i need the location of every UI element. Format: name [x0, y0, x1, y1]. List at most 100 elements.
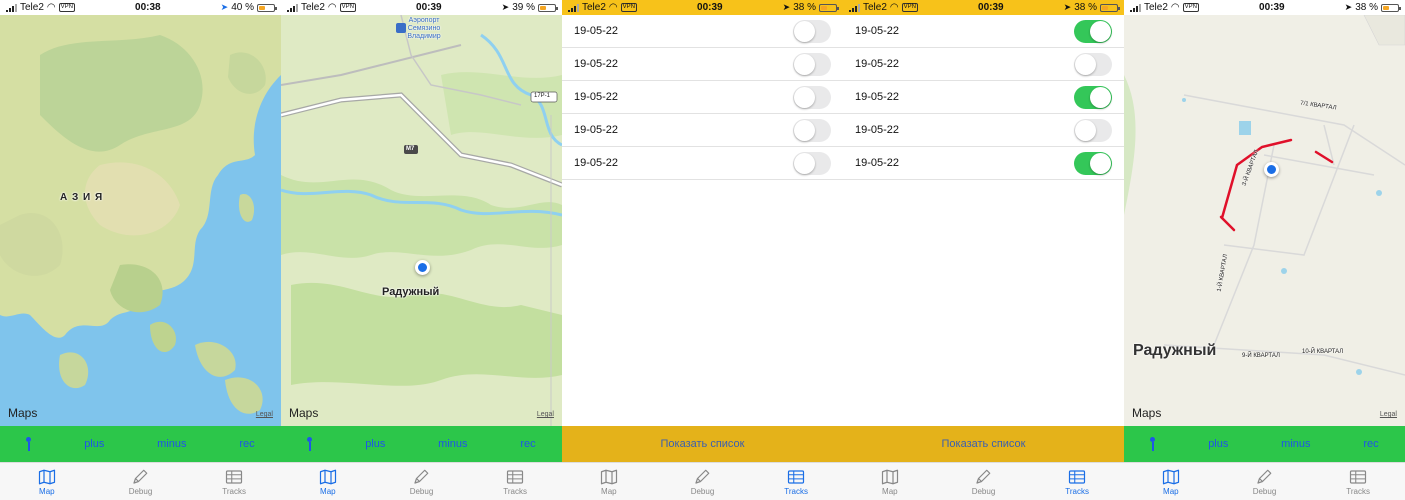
wifi-icon: ◠: [46, 2, 56, 13]
wifi-icon: ◠: [1170, 2, 1180, 13]
tab-map[interactable]: Map: [12, 468, 82, 496]
map-view[interactable]: 7/1 КВАРТАЛ 3-Й КВАРТАЛ 1-Й КВАРТАЛ 9-Й …: [1124, 15, 1405, 426]
signal-icon: [6, 3, 17, 12]
pin-button[interactable]: [26, 437, 32, 451]
track-date: 19-05-22: [855, 157, 900, 169]
track-date: 19-05-22: [855, 124, 900, 136]
pin-button[interactable]: [307, 437, 313, 451]
list-item: 19-05-22: [843, 147, 1124, 180]
signal-icon: [287, 3, 298, 12]
track-toggle[interactable]: [793, 52, 831, 76]
tab-bar: Map Debug Tracks: [562, 462, 843, 500]
tracks-map-canvas: [1124, 15, 1405, 426]
wifi-icon: ◠: [608, 2, 618, 13]
legal-link[interactable]: Legal: [256, 411, 273, 418]
status-bar: Tele2 ◠ VPN 00:39 ➤ 38 %: [562, 0, 843, 15]
vpn-badge: VPN: [620, 3, 637, 12]
plus-button[interactable]: plus: [84, 438, 104, 450]
map-icon: [881, 468, 899, 486]
tab-debug[interactable]: Debug: [105, 468, 175, 496]
track-toggle[interactable]: [1074, 52, 1112, 76]
minus-button[interactable]: minus: [157, 438, 186, 450]
map-icon: [319, 468, 337, 486]
tab-tracks[interactable]: Tracks: [1042, 468, 1112, 496]
carrier-label: Tele2: [582, 2, 606, 13]
location-services-icon: ➤: [1063, 2, 1072, 12]
list-item: 19-05-22: [562, 114, 843, 147]
battery-percent: 38 %: [1355, 2, 1378, 13]
location-services-icon: ➤: [1344, 2, 1353, 12]
tab-debug[interactable]: Debug: [948, 468, 1018, 496]
tab-tracks[interactable]: Tracks: [199, 468, 269, 496]
tab-debug[interactable]: Debug: [667, 468, 737, 496]
tab-debug[interactable]: Debug: [1229, 468, 1299, 496]
vpn-badge: VPN: [901, 3, 918, 12]
vpn-badge: VPN: [339, 3, 356, 12]
track-toggle[interactable]: [1074, 118, 1112, 142]
plus-button[interactable]: plus: [1208, 438, 1228, 450]
track-toggle[interactable]: [1074, 85, 1112, 109]
battery-percent: 39 %: [512, 2, 535, 13]
rec-button[interactable]: rec: [1363, 438, 1378, 450]
tab-map[interactable]: Map: [574, 468, 644, 496]
map-action-bar: plus minus rec: [1124, 426, 1405, 462]
tab-tracks[interactable]: Tracks: [480, 468, 550, 496]
tab-debug[interactable]: Debug: [386, 468, 456, 496]
wifi-icon: ◠: [889, 2, 899, 13]
legal-link[interactable]: Legal: [1380, 411, 1397, 418]
minus-button[interactable]: minus: [438, 438, 467, 450]
status-bar: Tele2 ◠ VPN 00:39 ➤ 39 %: [281, 0, 562, 15]
track-toggle[interactable]: [1074, 19, 1112, 43]
signal-icon: [849, 3, 860, 12]
tab-map[interactable]: Map: [293, 468, 363, 496]
carrier-label: Tele2: [863, 2, 887, 13]
road-m7-label: M7: [406, 146, 415, 152]
tracks-list: 19-05-22 19-05-22 19-05-22 19-05-22 19-0…: [562, 15, 843, 180]
apple-maps-logo: Maps: [8, 406, 38, 420]
table-icon: [506, 468, 524, 486]
wifi-icon: ◠: [327, 2, 337, 13]
show-list-button[interactable]: Показать список: [562, 426, 843, 462]
map-view[interactable]: Аэропорт Семязино Владимир M7 17Р-1 Раду…: [281, 15, 562, 426]
tab-map[interactable]: Map: [1136, 468, 1206, 496]
track-date: 19-05-22: [855, 25, 900, 37]
user-location-dot: [1264, 162, 1279, 177]
track-toggle[interactable]: [793, 19, 831, 43]
battery-icon: [538, 3, 558, 12]
table-icon: [225, 468, 243, 486]
world-map-canvas: [0, 15, 281, 426]
legal-link[interactable]: Legal: [537, 411, 554, 418]
clock: 00:39: [1259, 2, 1285, 13]
pencil-icon: [693, 468, 711, 486]
region-label: А З И Я: [60, 192, 104, 203]
map-action-bar: plus minus rec: [281, 426, 562, 462]
track-date: 19-05-22: [855, 91, 900, 103]
tab-bar: Map Debug Tracks: [0, 462, 281, 500]
rec-button[interactable]: rec: [239, 438, 254, 450]
battery-icon: [257, 3, 277, 12]
list-item: 19-05-22: [562, 147, 843, 180]
tab-bar: Map Debug Tracks: [843, 462, 1124, 500]
minus-button[interactable]: minus: [1281, 438, 1310, 450]
track-date: 19-05-22: [855, 58, 900, 70]
track-toggle[interactable]: [793, 85, 831, 109]
show-list-button[interactable]: Показать список: [843, 426, 1124, 462]
tab-tracks[interactable]: Tracks: [1323, 468, 1393, 496]
apple-maps-logo: Maps: [289, 406, 319, 420]
track-toggle[interactable]: [1074, 151, 1112, 175]
map-icon: [38, 468, 56, 486]
battery-percent: 40 %: [231, 2, 254, 13]
apple-maps-logo: Maps: [1132, 406, 1162, 420]
pin-button[interactable]: [1150, 437, 1156, 451]
rec-button[interactable]: rec: [520, 438, 535, 450]
pencil-icon: [131, 468, 149, 486]
track-toggle[interactable]: [793, 118, 831, 142]
track-toggle[interactable]: [793, 151, 831, 175]
map-view[interactable]: А З И Я Maps Legal: [0, 15, 281, 426]
plus-button[interactable]: plus: [365, 438, 385, 450]
battery-percent: 38 %: [793, 2, 816, 13]
tab-tracks[interactable]: Tracks: [761, 468, 831, 496]
tab-map[interactable]: Map: [855, 468, 925, 496]
battery-percent: 38 %: [1074, 2, 1097, 13]
clock: 00:39: [978, 2, 1004, 13]
